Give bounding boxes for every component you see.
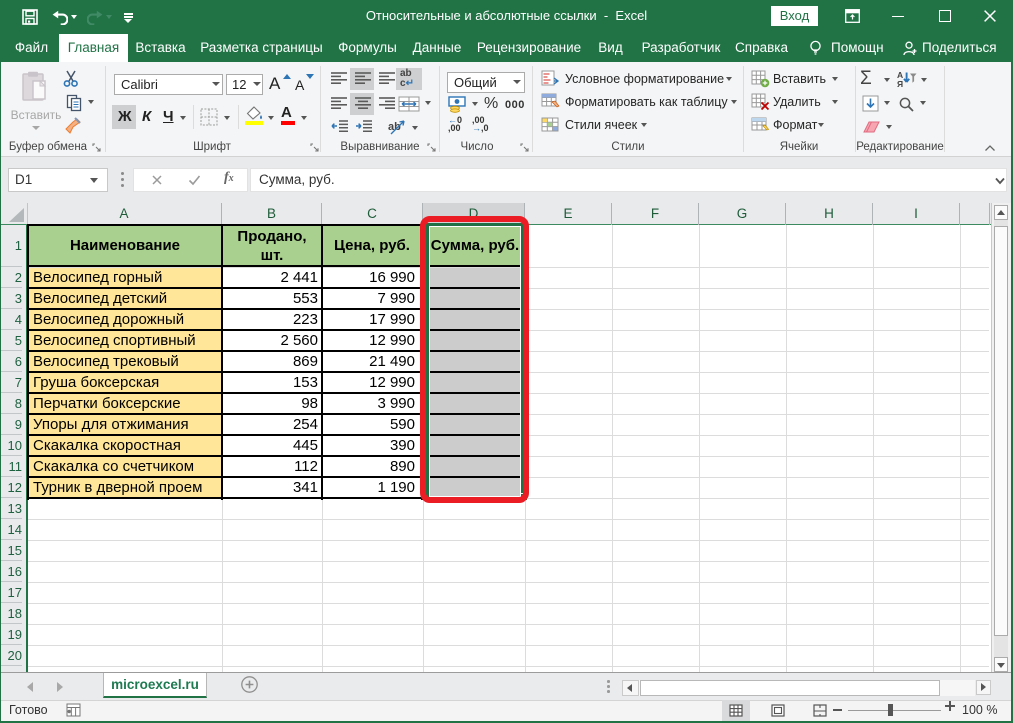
svg-text:Я: Я: [897, 79, 903, 88]
